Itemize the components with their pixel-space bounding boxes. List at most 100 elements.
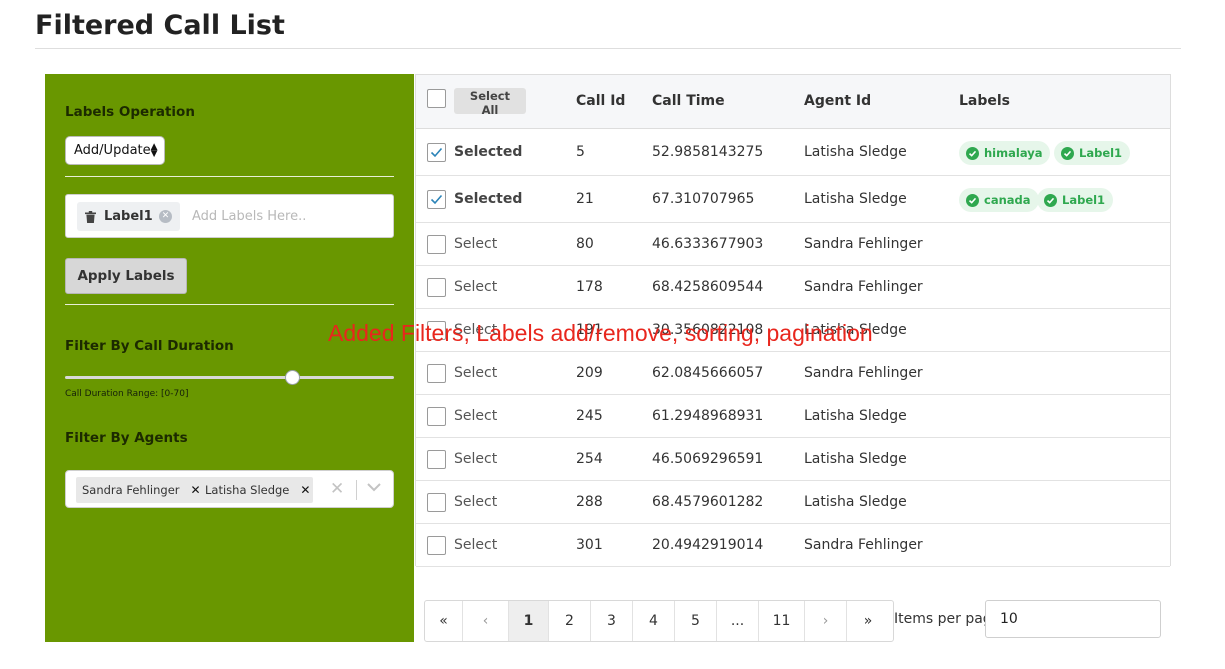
agent-chip-label: Latisha Sledge (205, 483, 290, 497)
pagination-item[interactable]: » (847, 601, 889, 641)
trash-icon[interactable] (85, 210, 96, 223)
agent-chip: Sandra Fehlinger ✕ (76, 477, 204, 503)
call-id-cell: 80 (576, 236, 594, 252)
row-select-label: Selected (454, 144, 523, 160)
agent-cell: Sandra Fehlinger (804, 279, 923, 295)
label-badge-text: Label1 (1079, 146, 1123, 160)
column-header-labels[interactable]: Labels (959, 93, 1010, 109)
select-all-button[interactable]: Select All (454, 88, 526, 117)
row-select-checkbox[interactable] (427, 190, 446, 209)
call-duration-slider[interactable] (65, 370, 394, 385)
slider-handle[interactable] (285, 370, 300, 385)
label-badge: Label1 (1037, 188, 1114, 212)
call-id-cell: 209 (576, 365, 603, 381)
labels-operation-value: Add/Update (74, 143, 151, 158)
labels-operation-heading: Labels Operation (65, 104, 195, 120)
clear-x-icon[interactable]: ✕ (330, 479, 344, 499)
label-badge: himalaya (959, 141, 1051, 165)
call-time-cell: 61.2948968931 (652, 408, 764, 424)
pagination: «‹ 1 2 3 4 5... 11 ›» (424, 600, 894, 642)
row-select-checkbox[interactable] (427, 407, 446, 426)
table-row[interactable]: Select 301 20.4942919014 Sandra Fehlinger (416, 524, 1170, 567)
pagination-item[interactable]: 3 (591, 601, 633, 641)
table-row[interactable]: Select 178 68.4258609544 Sandra Fehlinger (416, 266, 1170, 309)
row-select-checkbox[interactable] (427, 143, 446, 162)
call-time-cell: 46.6333677903 (652, 236, 764, 252)
table-row[interactable]: Selected 21 67.310707965 Latisha Sledge cana… (416, 176, 1170, 223)
row-select-checkbox[interactable] (427, 364, 446, 383)
table-row[interactable]: Selected 5 52.9858143275 Latisha Sledge hima… (416, 129, 1170, 176)
pagination-item[interactable]: 11 (759, 601, 805, 641)
row-select-label: Select (454, 365, 498, 381)
sidebar-divider (65, 176, 394, 177)
label-chip: Label1 ✕ (77, 202, 180, 231)
chip-remove-icon[interactable]: ✕ (297, 483, 313, 497)
pagination-item[interactable]: 1 (509, 601, 549, 641)
pagination-item[interactable]: ‹ (463, 601, 509, 641)
row-select-label: Select (454, 236, 498, 252)
pagination-item[interactable]: 2 (549, 601, 591, 641)
label-badge: canada (959, 188, 1039, 212)
call-id-cell: 301 (576, 537, 603, 553)
column-header-agent-id[interactable]: Agent Id (804, 93, 871, 109)
agent-cell: Sandra Fehlinger (804, 365, 923, 381)
labels-input-box[interactable]: Label1 ✕ (65, 194, 394, 238)
pagination-item[interactable]: 5 (675, 601, 717, 641)
table-row[interactable]: Select 80 46.6333677903 Sandra Fehlinger (416, 223, 1170, 266)
agent-chip: Latisha Sledge ✕ (199, 477, 314, 503)
call-time-cell: 20.4942919014 (652, 537, 764, 553)
call-duration-heading: Filter By Call Duration (65, 338, 234, 354)
agents-multiselect[interactable]: Sandra Fehlinger ✕ Latisha Sledge ✕ ✕ (65, 470, 394, 508)
items-per-page-input[interactable] (985, 600, 1161, 638)
select-arrows-icon: ▲ ▼ (150, 141, 158, 159)
select-all-checkbox[interactable] (427, 89, 446, 108)
chevron-down-icon[interactable] (366, 478, 382, 500)
pagination-item[interactable]: « (425, 601, 463, 641)
multiselect-separator (356, 480, 357, 500)
row-select-label: Select (454, 537, 498, 553)
row-select-checkbox[interactable] (427, 493, 446, 512)
add-labels-input[interactable] (190, 205, 380, 227)
apply-labels-button[interactable]: Apply Labels (65, 258, 187, 294)
check-circle-icon (966, 193, 979, 207)
table-row[interactable]: Select 254 46.5069296591 Latisha Sledge (416, 438, 1170, 481)
label-badge-text: canada (984, 193, 1031, 207)
check-circle-icon (1061, 146, 1074, 160)
check-icon (430, 194, 443, 205)
row-select-label: Select (454, 408, 498, 424)
call-id-cell: 178 (576, 279, 603, 295)
column-header-call-time[interactable]: Call Time (652, 93, 725, 109)
agent-chip-label: Sandra Fehlinger (82, 483, 180, 497)
agent-cell: Sandra Fehlinger (804, 236, 923, 252)
agent-cell: Latisha Sledge (804, 408, 907, 424)
label-badge-text: Label1 (1062, 193, 1106, 207)
call-time-cell: 62.0845666057 (652, 365, 764, 381)
row-select-checkbox[interactable] (427, 278, 446, 297)
table-row[interactable]: Select 209 62.0845666057 Sandra Fehlinger (416, 352, 1170, 395)
title-divider (35, 48, 1181, 49)
pagination-item[interactable]: ... (717, 601, 759, 641)
call-time-cell: 46.5069296591 (652, 451, 764, 467)
call-time-cell: 68.4258609544 (652, 279, 764, 295)
row-select-checkbox[interactable] (427, 450, 446, 469)
table-row[interactable]: Select 245 61.2948968931 Latisha Sledge (416, 395, 1170, 438)
pagination-item[interactable]: › (805, 601, 847, 641)
labels-operation-select[interactable]: Add/Update ▲ ▼ (65, 136, 165, 165)
pagination-item[interactable]: 4 (633, 601, 675, 641)
clear-circle-icon[interactable]: ✕ (159, 210, 172, 223)
page-title: Filtered Call List (35, 10, 285, 41)
call-id-cell: 288 (576, 494, 603, 510)
table-header: Select All Call Id Call Time Agent Id La… (416, 75, 1170, 129)
table-row[interactable]: Select 288 68.4579601282 Latisha Sledge (416, 481, 1170, 524)
row-select-checkbox[interactable] (427, 536, 446, 555)
call-time-cell: 52.9858143275 (652, 144, 764, 160)
agent-cell: Sandra Fehlinger (804, 537, 923, 553)
check-icon (430, 147, 443, 158)
row-select-label: Select (454, 494, 498, 510)
row-select-checkbox[interactable] (427, 235, 446, 254)
agent-cell: Latisha Sledge (804, 191, 907, 207)
agent-cell: Latisha Sledge (804, 144, 907, 160)
label-badge-text: himalaya (984, 146, 1043, 160)
column-header-call-id[interactable]: Call Id (576, 93, 625, 109)
call-id-cell: 5 (576, 144, 585, 160)
